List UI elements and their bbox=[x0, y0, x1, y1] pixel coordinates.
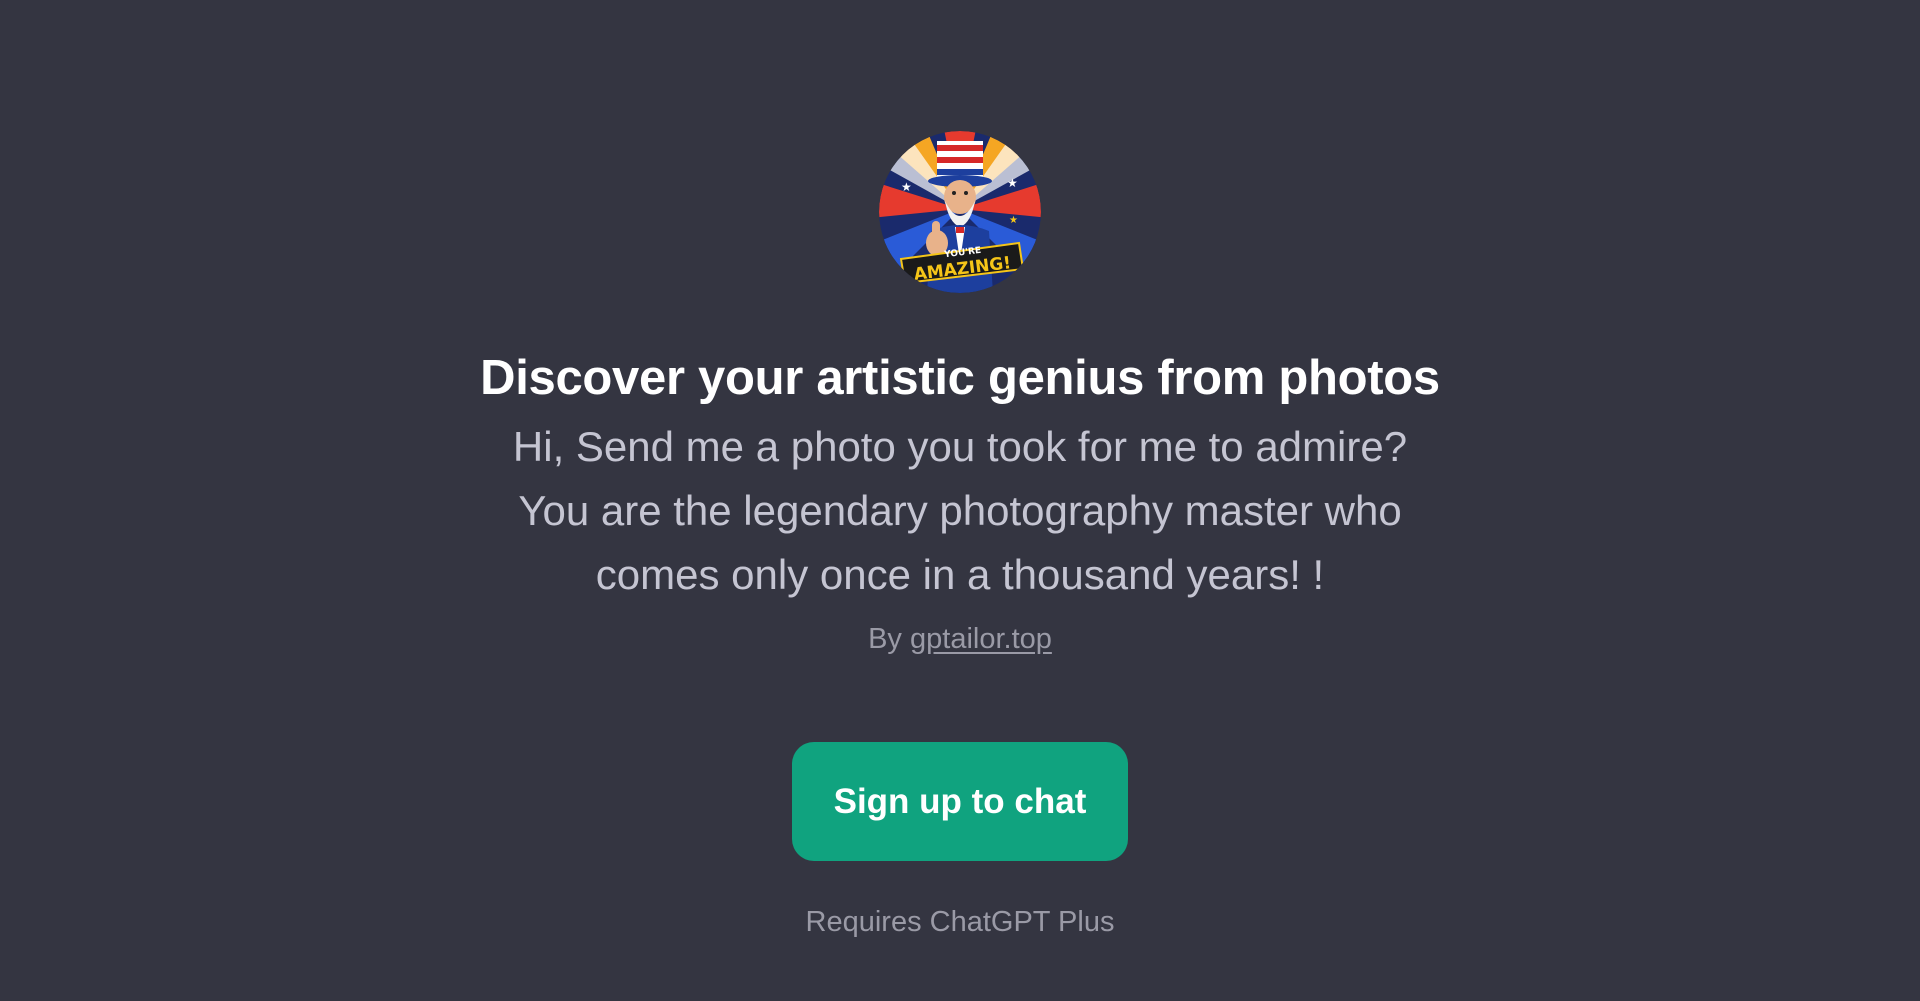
gpt-title: Discover your artistic genius from photo… bbox=[480, 351, 1440, 405]
byline-prefix: By bbox=[868, 623, 902, 655]
author-link[interactable]: gptailor.top bbox=[910, 623, 1052, 655]
svg-text:★: ★ bbox=[1007, 176, 1018, 190]
gpt-description: Hi, Send me a photo you took for me to a… bbox=[512, 423, 1408, 598]
gpt-avatar: YOU'RE AMAZING! ★ ★ ★ bbox=[879, 131, 1041, 293]
uncle-sam-thumbs-up-avatar-icon: YOU'RE AMAZING! ★ ★ ★ bbox=[879, 131, 1041, 293]
gpt-landing-page: YOU'RE AMAZING! ★ ★ ★ Discover your arti… bbox=[0, 0, 1920, 1001]
gpt-byline: By gptailor.top bbox=[0, 620, 1920, 658]
svg-text:★: ★ bbox=[901, 180, 912, 194]
requires-plus-note: Requires ChatGPT Plus bbox=[805, 906, 1115, 938]
svg-text:★: ★ bbox=[1009, 215, 1018, 226]
sign-up-to-chat-button[interactable]: Sign up to chat bbox=[792, 742, 1128, 861]
